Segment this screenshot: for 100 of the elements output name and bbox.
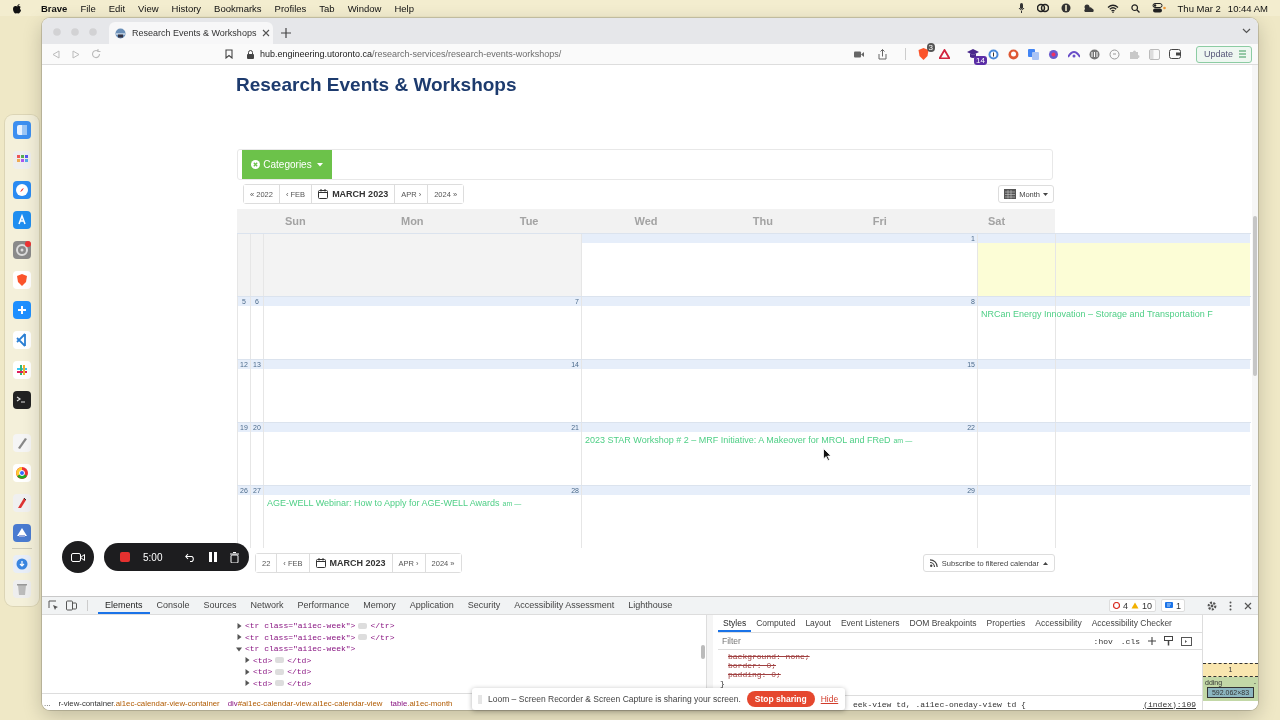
devtools-tab[interactable]: Accessibility Assessment — [507, 597, 622, 614]
stop-icon[interactable] — [120, 552, 130, 562]
styles-tab[interactable]: Properties — [981, 615, 1031, 632]
dom-node[interactable]: <tr class="ai1ec-week"> — [245, 643, 356, 655]
dom-node[interactable]: <tr class="ai1ec-week"> — [245, 631, 356, 643]
app-menu[interactable]: Brave — [41, 2, 68, 14]
hide-link[interactable]: Hide — [820, 694, 839, 704]
devtools-tab[interactable]: Security — [460, 597, 508, 614]
styles-tab[interactable]: Accessibility Checker — [1086, 615, 1177, 632]
dom-node[interactable]: <td> — [253, 654, 273, 666]
triangle-icon[interactable] — [939, 49, 950, 59]
dom-node[interactable]: <td> — [253, 666, 273, 678]
css-declaration: padding: 0; — [728, 670, 782, 679]
app-icon[interactable] — [13, 361, 31, 379]
undo-icon[interactable] — [185, 552, 197, 562]
hover-state-toggle[interactable]: :hov — [1093, 636, 1113, 646]
plus-icon[interactable] — [281, 28, 291, 38]
delete-icon[interactable] — [230, 551, 240, 563]
menu-item[interactable]: File — [80, 2, 96, 14]
close-icon[interactable] — [1244, 601, 1252, 610]
graduation-cap-icon[interactable] — [966, 49, 979, 59]
class-toggle[interactable]: .cls — [1120, 636, 1140, 646]
menu-item[interactable]: View — [138, 2, 159, 14]
device-icon[interactable] — [66, 600, 77, 611]
menu-item[interactable]: Profiles — [274, 2, 307, 14]
expand-triangle-icon[interactable] — [244, 668, 250, 675]
weekday-label: Mon — [399, 215, 425, 227]
styles-tab[interactable]: Event Listeners — [835, 615, 905, 632]
dom-node[interactable]: </td> — [287, 654, 312, 666]
settings-icon[interactable] — [1207, 600, 1217, 611]
dom-node[interactable]: </td> — [287, 677, 312, 689]
extension-icon[interactable] — [987, 48, 999, 60]
camera-icon[interactable] — [854, 50, 864, 58]
expand-triangle-icon[interactable] — [244, 657, 250, 664]
expand-triangle-icon[interactable] — [236, 634, 242, 641]
keyhole-icon[interactable] — [1060, 3, 1071, 13]
cursor-icon — [823, 448, 832, 461]
dom-node[interactable]: <tr class="ai1ec-week"> — [245, 620, 356, 632]
styles-tab[interactable]: Computed — [751, 615, 801, 632]
wifi-icon[interactable] — [1106, 3, 1119, 13]
styles-tab[interactable]: DOM Breakpoints — [904, 615, 982, 632]
dom-node[interactable]: </td> — [287, 666, 312, 678]
plus-icon[interactable] — [1148, 637, 1156, 645]
more-icon[interactable] — [1229, 600, 1232, 611]
extension-icon[interactable] — [1067, 49, 1080, 59]
menu-item[interactable]: Window — [347, 2, 382, 14]
expand-triangle-icon[interactable] — [236, 622, 242, 629]
devtools-tab[interactable]: Lighthouse — [621, 597, 680, 614]
devtools-tab[interactable]: Performance — [290, 597, 357, 614]
menu-item[interactable]: Tab — [319, 2, 335, 14]
translate-icon[interactable] — [1027, 48, 1039, 60]
shield-icon[interactable] — [918, 48, 929, 60]
dom-node[interactable]: </tr> — [370, 620, 395, 632]
collapse-triangle-icon[interactable] — [236, 645, 242, 652]
message-counter[interactable]: 1 — [1161, 599, 1185, 612]
update-button[interactable]: Update — [1195, 45, 1252, 63]
styles-tab[interactable]: Layout — [800, 615, 836, 632]
css-brace: } — [720, 679, 726, 688]
apple-icon — [12, 2, 22, 14]
paint-icon[interactable] — [1164, 636, 1173, 646]
browser-tab[interactable]: Research Events & Workshops — [109, 22, 273, 44]
expand-triangle-icon[interactable] — [244, 680, 250, 687]
menu-item[interactable]: Help — [394, 2, 414, 14]
close-icon[interactable] — [262, 29, 271, 37]
extension-icon[interactable] — [1007, 48, 1019, 60]
caret-icon — [1043, 192, 1048, 196]
menu-item[interactable]: History — [171, 2, 202, 14]
bookmark-icon[interactable] — [225, 49, 233, 59]
styles-tab[interactable]: Styles — [718, 615, 752, 632]
app-icon[interactable] — [13, 151, 31, 169]
toggle-icon[interactable] — [1151, 3, 1166, 13]
devtools-tab[interactable]: Memory — [356, 597, 403, 614]
devtools-tab[interactable]: Sources — [196, 597, 244, 614]
dom-node[interactable]: <td> — [253, 677, 273, 689]
search-icon[interactable] — [1130, 3, 1140, 13]
stop-sharing-button[interactable]: Stop sharing — [746, 691, 815, 707]
inspect-icon[interactable] — [48, 600, 59, 611]
dom-node[interactable]: </tr> — [370, 631, 395, 643]
devtools-tab[interactable]: Elements — [98, 597, 150, 614]
devtools-tab[interactable]: Console — [149, 597, 197, 614]
menubar-date: Thu Mar 2 — [1177, 2, 1221, 14]
issue-counter[interactable]: 4 10 — [1108, 599, 1156, 612]
warning-icon — [1130, 602, 1139, 609]
menu-item[interactable]: Edit — [108, 2, 126, 14]
sidebar-toggle-icon[interactable] — [1181, 636, 1192, 646]
styles-tab[interactable]: Accessibility — [1030, 615, 1087, 632]
microphone-icon[interactable] — [1017, 3, 1025, 13]
share-icon[interactable] — [878, 48, 887, 60]
menu-item[interactable]: Bookmarks — [214, 2, 262, 14]
extension-icon[interactable] — [1088, 48, 1100, 60]
url-text[interactable]: hub.engineering.utoronto.ca/research-services/research-events-workshops/ — [260, 49, 562, 59]
badge-count: 3 — [926, 43, 935, 52]
pause-icon[interactable] — [209, 552, 218, 562]
devtools-tab[interactable]: Application — [402, 597, 461, 614]
devtools-tab[interactable]: Network — [243, 597, 291, 614]
source-link[interactable]: (index):109 — [1143, 699, 1196, 709]
app-icon[interactable] — [13, 391, 31, 409]
chevron-icon[interactable] — [1242, 28, 1251, 34]
wallet-icon[interactable] — [1168, 49, 1181, 59]
cloud-icon[interactable] — [1082, 3, 1095, 13]
